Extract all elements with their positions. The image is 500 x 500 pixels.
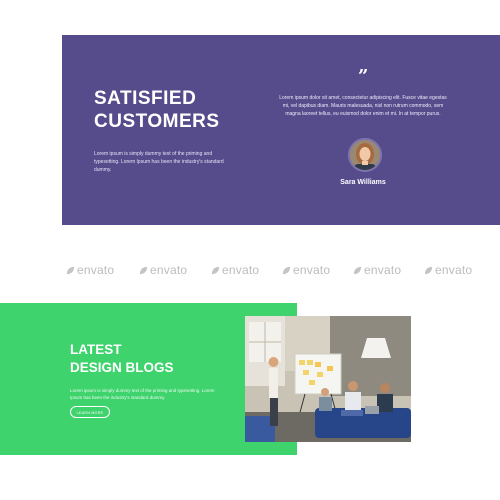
envato-logo-text: envato <box>222 263 260 277</box>
leaf-icon <box>139 266 148 274</box>
avatar <box>348 138 382 172</box>
testimonials-title-line2: CUSTOMERS <box>94 111 220 132</box>
leaf-icon <box>211 266 220 274</box>
envato-logo: envato <box>282 262 330 278</box>
testimonials-title-line1: SATISFIED <box>94 88 197 109</box>
office-meeting-image <box>245 316 411 442</box>
envato-logo: envato <box>353 262 401 278</box>
blog-description: Lorem ipsum is simply dummy text of the … <box>70 388 215 400</box>
leaf-icon <box>66 266 75 274</box>
envato-logo: envato <box>424 262 472 278</box>
blog-title-line2: DESIGN BLOGS <box>70 360 174 375</box>
learn-more-button[interactable]: LEARN MORE <box>70 406 110 418</box>
envato-logo-text: envato <box>77 263 115 277</box>
leaf-icon <box>424 266 433 274</box>
quote-icon: ” <box>358 66 369 87</box>
blog-title-line1: LATEST <box>70 342 122 357</box>
leaf-icon <box>353 266 362 274</box>
testimonials-description: Lorem ipsum is simply dummy text of the … <box>94 151 224 173</box>
blog-photo <box>245 316 411 442</box>
envato-logo-text: envato <box>435 263 473 277</box>
envato-logo: envato <box>211 262 259 278</box>
avatar-photo <box>350 140 380 170</box>
testimonials-section: SATISFIED CUSTOMERS Lorem ipsum is simpl… <box>62 35 500 225</box>
envato-logo: envato <box>139 262 187 278</box>
envato-logo: envato <box>66 262 114 278</box>
testimonials-title: SATISFIED CUSTOMERS <box>94 87 244 133</box>
envato-logo-text: envato <box>293 263 331 277</box>
blog-title: LATEST DESIGN BLOGS <box>70 341 220 377</box>
testimonial-author: Sara Williams <box>340 179 386 186</box>
testimonial-quote: Lorem ipsum dolor sit amet, consectetur … <box>279 95 447 117</box>
envato-logo-text: envato <box>150 263 188 277</box>
leaf-icon <box>282 266 291 274</box>
envato-logo-text: envato <box>364 263 402 277</box>
partner-logos: envato envato envato envato envato envat… <box>66 262 486 278</box>
